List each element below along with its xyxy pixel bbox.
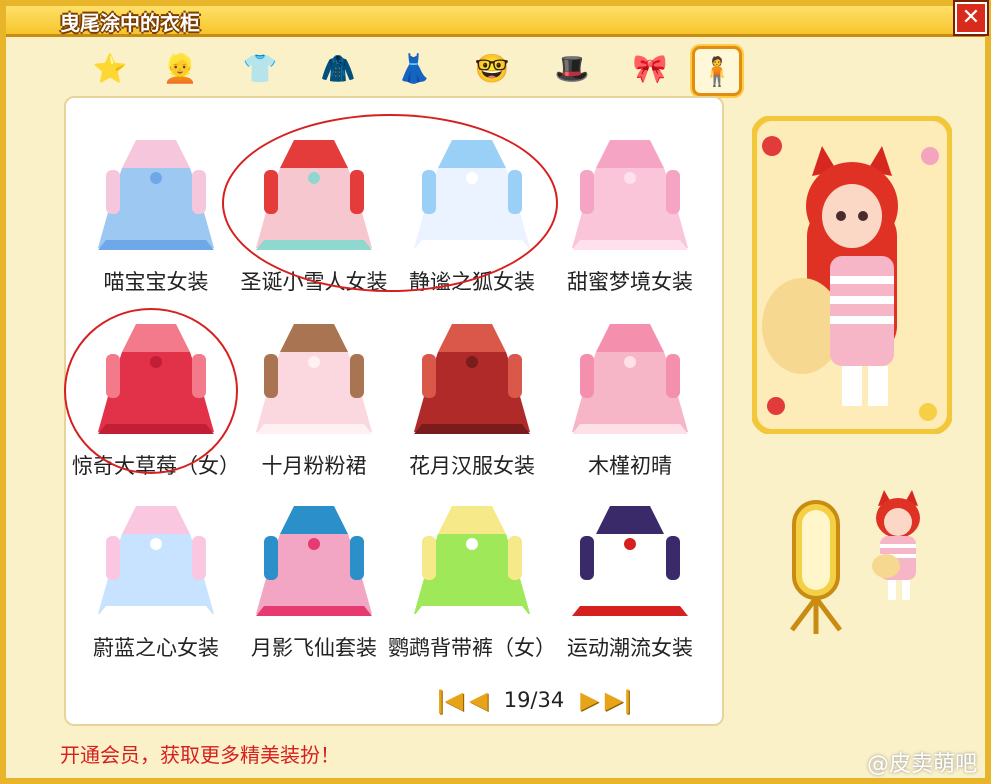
- tab-accessory-icon[interactable]: 🎀: [628, 46, 672, 90]
- outfit-thumbnail: [414, 140, 530, 250]
- outfit-thumbnail: [414, 324, 530, 434]
- wardrobe-window: 曳尾涂中的衣柜 ✕ ⭐ 👱 👕 🧥 👗 🤓 🎩 🎀 🧍 喵宝宝女装 圣诞小雪人女装…: [0, 0, 991, 784]
- character-mini-avatar: [872, 490, 920, 600]
- outfit-thumbnail: [572, 324, 688, 434]
- outfit-thumbnail: [572, 506, 688, 616]
- outfit-thumbnail: [256, 506, 372, 616]
- outfit-thumbnail: [572, 140, 688, 250]
- outfit-thumbnail: [98, 324, 214, 434]
- outfit-item[interactable]: 花月汉服女装: [392, 302, 552, 478]
- next-page-button[interactable]: ▶: [580, 686, 598, 714]
- outfit-label: 运动潮流女装: [567, 636, 693, 660]
- outfit-item[interactable]: 甜蜜梦境女装: [550, 118, 710, 294]
- outfit-item[interactable]: 蔚蓝之心女装: [76, 484, 236, 660]
- outfit-label: 十月粉粉裙: [261, 454, 367, 478]
- title-bar[interactable]: 曳尾涂中的衣柜 ✕: [6, 2, 987, 37]
- tab-coat-icon[interactable]: 🧥: [316, 46, 360, 90]
- first-page-button[interactable]: |◀: [436, 686, 463, 714]
- outfit-label: 圣诞小雪人女装: [240, 270, 388, 294]
- outfit-label: 木槿初晴: [588, 454, 672, 478]
- outfit-label: 花月汉服女装: [409, 454, 535, 478]
- watermark: @皮卖萌吧: [866, 752, 977, 777]
- outfit-item[interactable]: 运动潮流女装: [550, 484, 710, 660]
- tab-hat-icon[interactable]: 🎩: [550, 46, 594, 90]
- outfit-thumbnail: [256, 140, 372, 250]
- window-title: 曳尾涂中的衣柜: [60, 11, 200, 35]
- tab-top-icon[interactable]: 👕: [238, 46, 282, 90]
- outfit-item[interactable]: 木槿初晴: [550, 302, 710, 478]
- tab-face-icon[interactable]: 🤓: [470, 46, 514, 90]
- outfit-label: 惊奇大草莓（女）: [72, 454, 240, 478]
- prev-page-button[interactable]: ◀: [469, 686, 487, 714]
- outfit-item[interactable]: 月影飞仙套装: [234, 484, 394, 660]
- outfit-thumbnail: [98, 506, 214, 616]
- outfit-label: 甜蜜梦境女装: [567, 270, 693, 294]
- outfit-label: 蔚蓝之心女装: [93, 636, 219, 660]
- close-button[interactable]: ✕: [955, 2, 987, 34]
- tab-hair-icon[interactable]: 👱: [158, 46, 202, 90]
- mirror-icon[interactable]: [784, 498, 848, 636]
- character-preview-portrait: [752, 116, 952, 434]
- outfit-item[interactable]: 十月粉粉裙: [234, 302, 394, 478]
- outfit-label: 静谧之狐女装: [409, 270, 535, 294]
- category-tabs: ⭐ 👱 👕 🧥 👗 🤓 🎩 🎀 🧍: [88, 46, 768, 96]
- tab-favorites-icon[interactable]: ⭐: [88, 46, 132, 90]
- pagination: |◀ ◀ 19/34 ▶ ▶|: [436, 686, 632, 714]
- tab-suit-icon[interactable]: 🧍: [692, 46, 742, 96]
- tab-skirt-icon[interactable]: 👗: [392, 46, 436, 90]
- outfit-label: 月影飞仙套装: [251, 636, 377, 660]
- outfit-item[interactable]: 惊奇大草莓（女）: [72, 302, 240, 478]
- outfit-item[interactable]: 圣诞小雪人女装: [234, 118, 394, 294]
- page-indicator: 19/34: [503, 688, 565, 712]
- outfit-thumbnail: [414, 506, 530, 616]
- outfit-item[interactable]: 鹦鹉背带裤（女）: [388, 484, 556, 660]
- last-page-button[interactable]: ▶|: [605, 686, 632, 714]
- outfit-label: 鹦鹉背带裤（女）: [388, 636, 556, 660]
- outfit-label: 喵宝宝女装: [103, 270, 209, 294]
- outfit-item[interactable]: 喵宝宝女装: [76, 118, 236, 294]
- outfit-thumbnail: [256, 324, 372, 434]
- outfit-item[interactable]: 静谧之狐女装: [392, 118, 552, 294]
- vip-promo-text[interactable]: 开通会员，获取更多精美装扮！: [60, 739, 340, 768]
- outfit-thumbnail: [98, 140, 214, 250]
- item-grid-panel: 喵宝宝女装 圣诞小雪人女装 静谧之狐女装 甜蜜梦境女装惊奇大草莓（女） 十月粉粉裙 花月汉…: [64, 96, 724, 726]
